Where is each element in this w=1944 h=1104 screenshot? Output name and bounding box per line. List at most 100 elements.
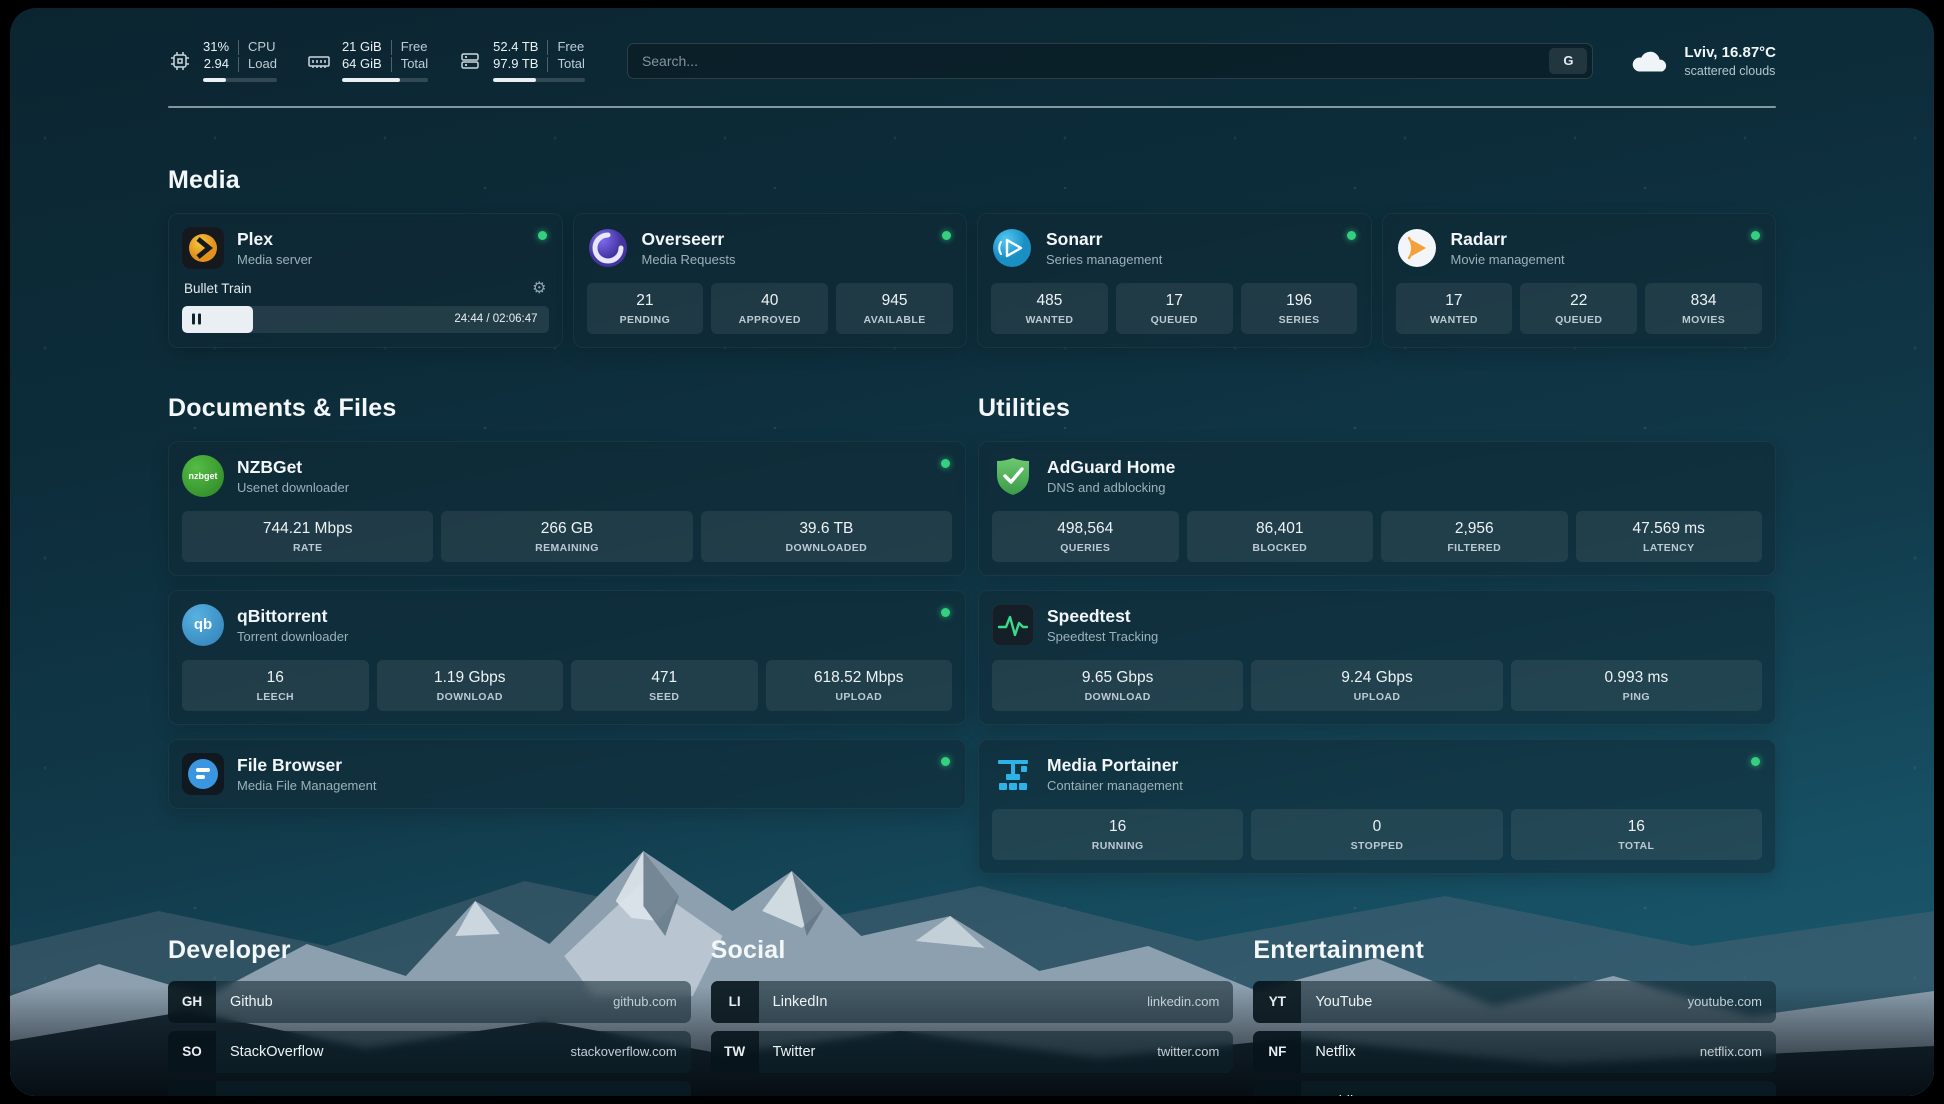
bookmark-github[interactable]: GH Github github.com [168, 981, 691, 1023]
bookmark-abbr: YT [1253, 981, 1301, 1023]
bookmark-domain: reddit.com [1701, 1094, 1762, 1096]
section-title-entertainment: Entertainment [1253, 936, 1776, 965]
service-subtitle: Torrent downloader [237, 629, 348, 644]
pause-icon [192, 314, 201, 325]
status-dot-radarr [1751, 231, 1760, 240]
weather-condition: scattered clouds [1684, 64, 1776, 78]
stat-tile: 16RUNNING [992, 809, 1243, 860]
section-media: Media Plex Media server [168, 166, 1776, 348]
section-social: Social LI LinkedIn linkedin.com TW Twitt… [711, 936, 1234, 1096]
service-link-overseerr[interactable]: Overseerr Media Requests [587, 227, 954, 269]
bookmark-name: StackOverflow [230, 1044, 323, 1060]
bookmark-name: Reddit [1315, 1094, 1357, 1096]
service-subtitle: Media server [237, 252, 312, 267]
status-dot-filebrowser [941, 757, 950, 766]
sonarr-icon [991, 227, 1033, 269]
speedtest-icon [992, 604, 1034, 646]
service-link-radarr[interactable]: Radarr Movie management [1396, 227, 1763, 269]
plex-playback-time: 24:44 / 02:06:47 [454, 313, 548, 325]
bookmark-abbr: RE [1253, 1081, 1301, 1096]
service-name: qBittorrent [237, 606, 348, 626]
stat-tile: 266 GBREMAINING [441, 511, 692, 562]
adguard-shield-icon [992, 455, 1034, 497]
bookmark-dev[interactable]: DT DEV dev.to [168, 1081, 691, 1096]
search-input[interactable] [642, 53, 1549, 69]
overseerr-icon [587, 227, 629, 269]
memory-label-1: Free [391, 40, 428, 55]
stat-tile: 9.65 GbpsDOWNLOAD [992, 660, 1243, 711]
bookmark-youtube[interactable]: YT YouTube youtube.com [1253, 981, 1776, 1023]
section-title-media: Media [168, 166, 1776, 195]
service-link-nzbget[interactable]: nzbget NZBGet Usenet downloader [182, 455, 952, 497]
stat-tile: 834MOVIES [1645, 283, 1762, 334]
service-link-plex[interactable]: Plex Media server [182, 227, 549, 269]
bookmark-abbr: LI [711, 981, 759, 1023]
service-link-sonarr[interactable]: Sonarr Series management [991, 227, 1358, 269]
search-provider-button[interactable]: G [1549, 48, 1587, 74]
bookmark-name: LinkedIn [773, 994, 828, 1010]
cpu-label-2: Load [238, 57, 277, 72]
stat-tile: 40APPROVED [711, 283, 828, 334]
bookmark-stackoverflow[interactable]: SO StackOverflow stackoverflow.com [168, 1031, 691, 1073]
service-link-qbittorrent[interactable]: qb qBittorrent Torrent downloader [182, 604, 952, 646]
cloud-icon [1629, 46, 1671, 76]
stat-tile: 2,956FILTERED [1381, 511, 1568, 562]
bookmark-name: DEV [230, 1094, 260, 1096]
bookmark-abbr: GH [168, 981, 216, 1023]
service-subtitle: Speedtest Tracking [1047, 629, 1158, 644]
service-subtitle: Media Requests [642, 252, 736, 267]
bookmark-abbr: TW [711, 1031, 759, 1073]
service-subtitle: Series management [1046, 252, 1162, 267]
card-sonarr: Sonarr Series management 485WANTED 17QUE… [977, 213, 1372, 348]
stat-tile: 39.6 TBDOWNLOADED [701, 511, 952, 562]
stat-tile: 17WANTED [1396, 283, 1513, 334]
service-link-adguard[interactable]: AdGuard Home DNS and adblocking [992, 455, 1762, 497]
service-link-filebrowser[interactable]: File Browser Media File Management [182, 753, 952, 795]
stat-tile: 196SERIES [1241, 283, 1358, 334]
filebrowser-icon [182, 753, 224, 795]
service-subtitle: DNS and adblocking [1047, 480, 1175, 495]
status-dot-plex [538, 231, 547, 240]
section-utilities: Utilities AdGuard Home DNS [978, 394, 1776, 874]
service-subtitle: Movie management [1451, 252, 1565, 267]
bookmark-netflix[interactable]: NF Netflix netflix.com [1253, 1031, 1776, 1073]
bookmark-name: Netflix [1315, 1044, 1355, 1060]
memory-label-2: Total [391, 57, 428, 72]
bookmark-abbr: SO [168, 1031, 216, 1073]
bookmark-linkedin[interactable]: LI LinkedIn linkedin.com [711, 981, 1234, 1023]
stat-tile: 16LEECH [182, 660, 369, 711]
gear-icon[interactable]: ⚙ [532, 281, 546, 297]
disk-widget: 52.4 TB Free 97.9 TB Total [458, 40, 585, 82]
cpu-percent: 31% [203, 40, 238, 55]
bookmark-twitter[interactable]: TW Twitter twitter.com [711, 1031, 1234, 1073]
header-divider [168, 106, 1776, 108]
disk-label-2: Total [547, 57, 584, 72]
stat-tile: 744.21 MbpsRATE [182, 511, 433, 562]
card-filebrowser: File Browser Media File Management [168, 739, 966, 809]
bookmark-abbr: DT [168, 1081, 216, 1096]
service-link-speedtest[interactable]: Speedtest Speedtest Tracking [992, 604, 1762, 646]
bookmark-domain: netflix.com [1700, 1044, 1762, 1059]
memory-usage-bar [342, 78, 428, 82]
disk-label-1: Free [547, 40, 584, 55]
cpu-usage-bar [203, 78, 277, 82]
bookmark-reddit[interactable]: RE Reddit reddit.com [1253, 1081, 1776, 1096]
bookmark-domain: linkedin.com [1147, 994, 1219, 1009]
service-subtitle: Usenet downloader [237, 480, 349, 495]
stat-tile: 9.24 GbpsUPLOAD [1251, 660, 1502, 711]
card-overseerr: Overseerr Media Requests 21PENDING 40APP… [573, 213, 968, 348]
stat-tile: 945AVAILABLE [836, 283, 953, 334]
plex-now-playing: Bullet Train [184, 281, 252, 296]
search-bar[interactable]: G [627, 43, 1593, 79]
service-subtitle: Media File Management [237, 778, 376, 793]
service-link-portainer[interactable]: Media Portainer Container management [992, 753, 1762, 795]
service-name: Sonarr [1046, 229, 1162, 249]
section-title-developer: Developer [168, 936, 691, 965]
stat-tile: 471SEED [571, 660, 758, 711]
stat-tile: 21PENDING [587, 283, 704, 334]
stat-tile: 485WANTED [991, 283, 1108, 334]
status-dot-overseerr [942, 231, 951, 240]
card-speedtest: Speedtest Speedtest Tracking 9.65 GbpsDO… [978, 590, 1776, 725]
service-name: Media Portainer [1047, 755, 1183, 775]
section-developer: Developer GH Github github.com SO StackO… [168, 936, 691, 1096]
